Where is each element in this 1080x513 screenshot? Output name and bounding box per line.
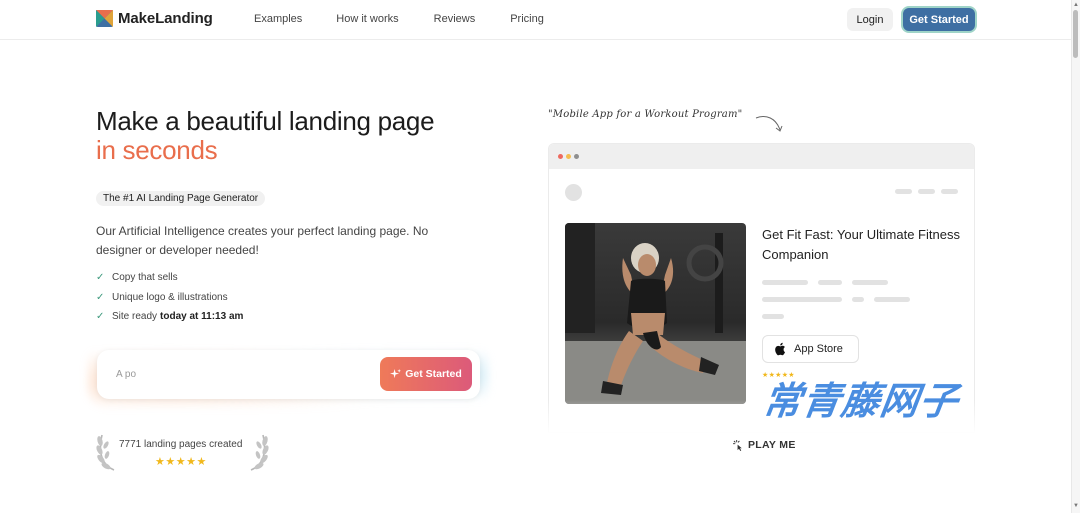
hero-description: Our Artificial Intelligence creates your… <box>96 224 429 257</box>
preview-nav-placeholder <box>895 189 912 194</box>
brand-logo[interactable]: MakeLanding <box>96 10 213 27</box>
checklist-label: Unique logo & illustrations <box>112 291 228 303</box>
sparkle-icon <box>390 368 402 378</box>
site-ready-label: Site ready <box>112 311 158 323</box>
preview-app-title: Get Fit Fast: Your Ultimate Fitness Comp… <box>762 227 960 262</box>
feature-checklist: ✓ Copy that sells ✓ Unique logo & illust… <box>96 268 243 327</box>
text-placeholder <box>852 297 864 302</box>
logo-icon <box>96 10 113 27</box>
scrollbar-thumb[interactable] <box>1073 10 1078 58</box>
check-icon: ✓ <box>96 311 105 323</box>
scrollbar-track[interactable] <box>1071 0 1080 513</box>
tagline-badge: The #1 AI Landing Page Generator <box>96 191 266 206</box>
text-placeholder <box>874 297 910 302</box>
login-button[interactable]: Login <box>847 8 893 31</box>
hero-title: Make a beautiful landing page <box>96 106 435 136</box>
nav-link-pricing[interactable]: Pricing <box>510 13 544 25</box>
laurel-left-icon <box>96 434 115 471</box>
text-placeholder <box>762 280 808 285</box>
laurel-right-icon <box>250 434 269 471</box>
preview-nav-placeholder <box>918 189 935 194</box>
nav-link-reviews[interactable]: Reviews <box>434 13 476 25</box>
curved-arrow-icon <box>755 116 783 132</box>
scroll-down-icon[interactable]: ▼ <box>1073 503 1079 509</box>
checklist-item: ✓ Copy that sells <box>96 268 243 288</box>
preview-nav-placeholder <box>941 189 958 194</box>
text-placeholder <box>852 280 888 285</box>
rating-stars: ★★★★★ <box>155 456 207 468</box>
apple-icon <box>775 342 785 356</box>
site-ready-time: today at 11:13 am <box>160 311 244 323</box>
nav-link-how-it-works[interactable]: How it works <box>336 13 398 25</box>
top-navbar: MakeLanding Examples How it works Review… <box>0 0 1071 40</box>
nav-link-examples[interactable]: Examples <box>254 13 302 25</box>
app-store-label: App Store <box>794 343 843 355</box>
play-me-button[interactable]: PLAY ME <box>733 439 796 451</box>
play-me-label: PLAY ME <box>748 439 796 451</box>
check-icon: ✓ <box>96 272 105 284</box>
hero-title-accent: in seconds <box>96 135 218 165</box>
preview-logo-placeholder <box>565 184 582 201</box>
close-dot-icon <box>558 154 563 159</box>
browser-toolbar <box>549 144 974 169</box>
brand-name: MakeLanding <box>118 10 213 27</box>
text-placeholder <box>818 280 842 285</box>
nav-links: Examples How it works Reviews Pricing <box>254 13 544 25</box>
watermark-text: 常青藤网子 <box>760 379 962 423</box>
maximize-dot-icon <box>574 154 579 159</box>
check-icon: ✓ <box>96 291 105 303</box>
app-store-button[interactable]: App Store <box>762 335 859 363</box>
checklist-item: ✓ Site ready today at 11:13 am <box>96 307 243 327</box>
generate-button-label: Get Started <box>405 368 462 380</box>
example-prompt-note: "Mobile App for a Workout Program" <box>548 109 743 120</box>
fitness-photo <box>565 223 746 404</box>
text-placeholder <box>762 314 784 319</box>
scroll-up-icon[interactable]: ▲ <box>1073 2 1079 8</box>
checklist-item: ✓ Unique logo & illustrations <box>96 288 243 308</box>
prompt-input-value[interactable]: A po <box>116 369 136 380</box>
minimize-dot-icon <box>566 154 571 159</box>
checklist-label: Copy that sells <box>112 272 178 284</box>
get-started-button[interactable]: Get Started <box>903 8 975 31</box>
pages-created-count: 7771 landing pages created <box>119 439 243 450</box>
text-placeholder <box>762 297 842 302</box>
click-pointer-icon <box>733 439 742 451</box>
generate-button[interactable]: Get Started <box>380 357 472 391</box>
